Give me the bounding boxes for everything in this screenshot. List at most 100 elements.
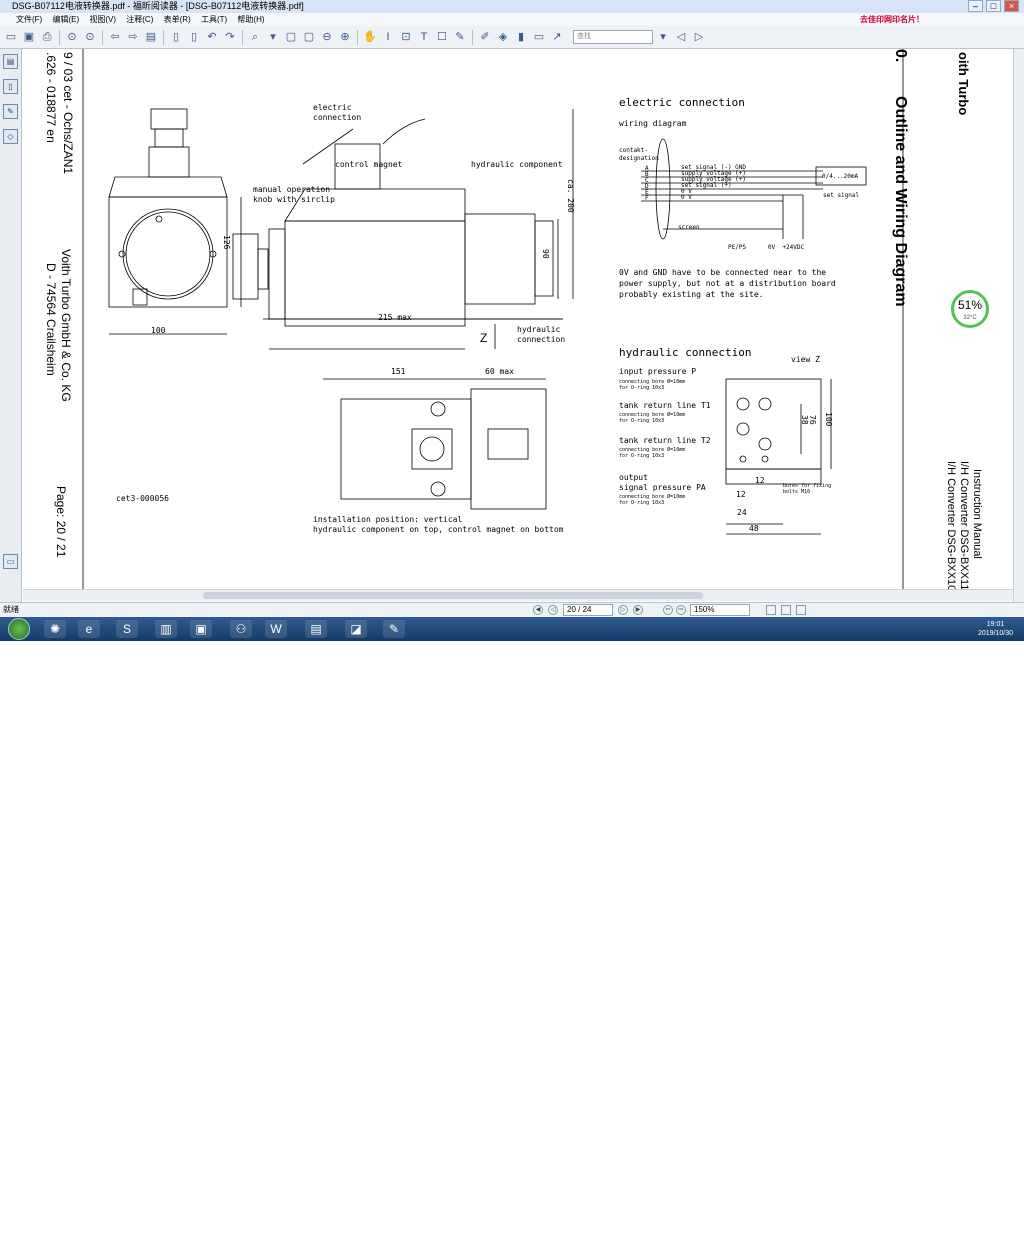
layout-continuous-icon[interactable] <box>781 605 791 615</box>
highlight-icon[interactable]: ▮ <box>513 29 529 45</box>
last-page-icon[interactable]: ▶ <box>633 605 643 615</box>
label-hydraulic-connection: hydraulic connection <box>517 325 566 344</box>
layout-single-icon[interactable] <box>766 605 776 615</box>
horizontal-scrollbar[interactable] <box>23 589 1013 601</box>
page-number-input[interactable]: 20 / 24 <box>563 604 613 616</box>
zoom-select[interactable]: 150% <box>690 604 750 616</box>
dim-100: 100 <box>151 326 166 335</box>
comment-icon[interactable]: ▭ <box>531 29 547 45</box>
menu-help[interactable]: 帮助(H) <box>237 15 264 24</box>
two-page-icon[interactable]: ▯ <box>186 29 202 45</box>
dim-60: 60 max <box>485 367 514 376</box>
pen-icon[interactable]: ✐ <box>477 29 493 45</box>
title-bar: DSG-B07112电液转换器.pdf - 福昕阅读器 - [DSG-B0711… <box>0 0 1024 13</box>
prev-page-icon[interactable]: ⊙ <box>64 29 80 45</box>
port-pa-label: output signal pressure PA <box>619 473 706 492</box>
search-dropdown-icon[interactable]: ▾ <box>655 29 671 45</box>
menu-view[interactable]: 视图(V) <box>89 15 116 24</box>
save-icon[interactable]: ▣ <box>21 29 37 45</box>
history-back-icon[interactable]: ⇦ <box>663 605 673 615</box>
search-next-icon[interactable]: ▷ <box>691 29 707 45</box>
prev-page-button-icon[interactable]: ◁ <box>548 605 558 615</box>
reader-icon[interactable]: ◪ <box>345 620 367 638</box>
paint-icon[interactable]: ✎ <box>383 620 405 638</box>
arrow-icon[interactable]: ↗ <box>549 29 565 45</box>
zoom-in-icon[interactable]: ⊕ <box>337 29 353 45</box>
range-label: 0/4...20mA <box>822 173 859 180</box>
maximize-button[interactable]: □ <box>986 0 1001 12</box>
network-app-icon[interactable]: ⚇ <box>230 620 252 638</box>
dim-126: 126 <box>222 235 231 250</box>
pages-icon[interactable]: ▯ <box>3 79 18 94</box>
search-app-icon[interactable]: S <box>116 620 138 638</box>
menu-file[interactable]: 文件(F) <box>16 15 42 24</box>
first-page-icon[interactable]: ◀ <box>533 605 543 615</box>
cpu-gauge-widget[interactable]: 51% 32°C <box>951 290 989 328</box>
folder-icon[interactable]: ▥ <box>155 620 177 638</box>
bores-label: bores for fixing bolts M10 <box>783 483 832 495</box>
next-page-button-icon[interactable]: ▷ <box>618 605 628 615</box>
search-input[interactable]: 查找 <box>573 30 653 44</box>
word-icon[interactable]: W <box>265 620 287 638</box>
single-page-icon[interactable]: ▯ <box>168 29 184 45</box>
stamp-icon[interactable]: ◈ <box>495 29 511 45</box>
redo-icon[interactable]: ↷ <box>222 29 238 45</box>
dim-hyd-100: 100 <box>824 412 833 427</box>
back-icon[interactable]: ⇦ <box>107 29 123 45</box>
media-icon[interactable]: ✺ <box>44 620 66 638</box>
ad-banner[interactable]: 去佳印网印名片！ <box>860 13 924 26</box>
watermark-text: 化海川渝 工业社群@HCBBS <box>820 1239 974 1253</box>
dim-90: 90 <box>541 249 550 259</box>
clock-time: 19:01 <box>986 621 1005 628</box>
search-prev-icon[interactable]: ◁ <box>673 29 689 45</box>
explorer-icon[interactable]: ▤ <box>305 620 327 638</box>
drawing-code: cet3-000056 <box>116 494 169 503</box>
scroll-thumb[interactable] <box>203 592 703 599</box>
note-icon[interactable]: ✎ <box>452 29 468 45</box>
select-text-icon[interactable]: I <box>380 29 396 45</box>
zoom-out-icon[interactable]: ⊖ <box>319 29 335 45</box>
vdc-label: 0V +24VDC <box>768 244 805 251</box>
layout-facing-icon[interactable] <box>796 605 806 615</box>
print-icon[interactable]: ⎙ <box>39 29 55 45</box>
next-page-icon[interactable]: ⊙ <box>82 29 98 45</box>
page-icon[interactable]: ▤ <box>143 29 159 45</box>
layers-icon[interactable]: ◇ <box>3 129 18 144</box>
dropdown-icon[interactable]: ▾ <box>265 29 281 45</box>
menu-form[interactable]: 表单(R) <box>164 15 191 24</box>
wiring-note-line: 0V and GND have to be connected near to … <box>619 268 827 277</box>
annotations-icon[interactable]: ✎ <box>3 104 18 119</box>
toolbar-separator <box>102 29 103 45</box>
undo-icon[interactable]: ↶ <box>204 29 220 45</box>
app-icon[interactable]: ▣ <box>190 620 212 638</box>
screen-label: screen <box>678 224 700 231</box>
clock[interactable]: 19:01 2019/10/30 <box>978 620 1013 638</box>
textbox-icon[interactable]: ☐ <box>434 29 450 45</box>
navigation-panel: ▤ ▯ ✎ ◇ ▭ <box>0 49 22 602</box>
menu-comment[interactable]: 注释(C) <box>126 15 153 24</box>
zoom-icon[interactable]: ⌕ <box>247 29 263 45</box>
fit-width-icon[interactable]: ▢ <box>301 29 317 45</box>
contact-designation: contakt- designation <box>619 147 659 162</box>
menu-tools[interactable]: 工具(T) <box>201 15 227 24</box>
close-button[interactable]: × <box>1004 0 1019 12</box>
history-forward-icon[interactable]: ⇨ <box>676 605 686 615</box>
dim-151: 151 <box>391 367 406 376</box>
hand-tool-icon[interactable]: ✋ <box>362 29 378 45</box>
pin-list: A B C D E F <box>645 166 649 202</box>
dim-215: 215 max <box>378 313 412 322</box>
fit-page-icon[interactable]: ▢ <box>283 29 299 45</box>
side-view <box>108 108 242 335</box>
browser-icon[interactable]: e <box>78 620 100 638</box>
minimize-button[interactable]: – <box>968 0 983 12</box>
vertical-scrollbar[interactable] <box>1013 49 1024 602</box>
menu-edit[interactable]: 编辑(E) <box>52 15 79 24</box>
typewriter-icon[interactable]: T <box>416 29 432 45</box>
forward-icon[interactable]: ⇨ <box>125 29 141 45</box>
open-icon[interactable]: ▭ <box>3 29 19 45</box>
snapshot-icon[interactable]: ⊡ <box>398 29 414 45</box>
attachments-icon[interactable]: ▭ <box>3 554 18 569</box>
bookmarks-icon[interactable]: ▤ <box>3 54 18 69</box>
label-z: Z <box>480 331 488 345</box>
start-button[interactable] <box>8 618 30 640</box>
